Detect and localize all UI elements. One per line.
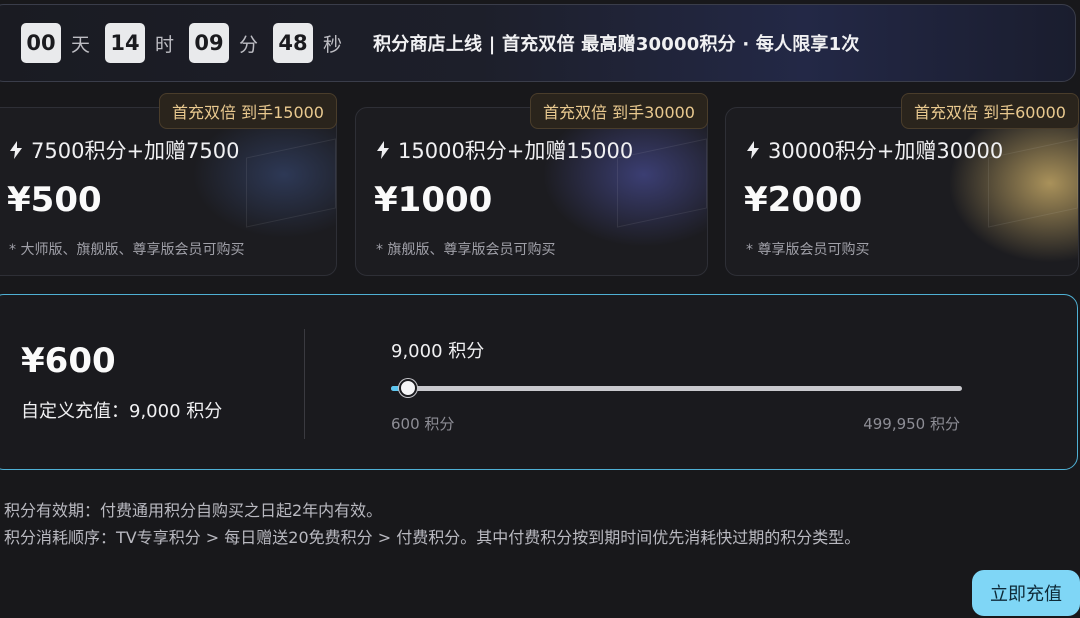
countdown-days-unit: 天	[71, 33, 91, 56]
package-note: * 大师版、旗舰版、尊享版会员可购买	[9, 242, 245, 258]
package-name-text: 7500积分+加赠7500	[31, 139, 240, 163]
countdown-hours: 14	[105, 23, 146, 63]
custom-price: ¥600	[21, 341, 116, 381]
countdown-hours-unit: 时	[155, 33, 175, 56]
points-slider[interactable]	[391, 379, 962, 397]
countdown-seconds-unit: 秒	[323, 33, 343, 56]
slider-thumb[interactable]	[399, 379, 418, 397]
custom-label: 自定义充值：9,000 积分	[21, 401, 223, 422]
package-price: ¥500	[7, 180, 102, 220]
decor-shape	[246, 138, 336, 228]
first-charge-badge: 首充双倍 到手60000	[901, 93, 1079, 129]
package-note: * 旗舰版、尊享版会员可购买	[376, 242, 556, 258]
promo-banner: 00 天 14 时 09 分 48 秒 积分商店上线 | 首充双倍 最高赠300…	[0, 4, 1076, 82]
package-price: ¥2000	[744, 180, 863, 220]
package-card-500[interactable]: 首充双倍 到手15000 7500积分+加赠7500 ¥500 * 大师版、旗舰…	[0, 93, 337, 276]
package-name-text: 30000积分+加赠30000	[768, 139, 1004, 163]
slider-min-label: 600 积分	[391, 415, 455, 433]
bolt-icon	[747, 141, 759, 159]
slider-max-label: 499,950 积分	[863, 415, 960, 433]
package-name: 15000积分+加赠15000	[376, 135, 633, 165]
custom-recharge-card[interactable]: ¥600 自定义充值：9,000 积分 9,000 积分 600 积分 499,…	[0, 294, 1078, 470]
bolt-icon	[10, 141, 22, 159]
package-card-2000[interactable]: 首充双倍 到手60000 30000积分+加赠30000 ¥2000 * 尊享版…	[725, 93, 1079, 276]
countdown-minutes-unit: 分	[239, 33, 259, 56]
banner-text: 积分商店上线 | 首充双倍 最高赠30000积分 · 每人限享1次	[373, 34, 860, 55]
package-name: 7500积分+加赠7500	[9, 135, 239, 165]
countdown-days: 00	[21, 23, 61, 63]
package-name-text: 15000积分+加赠15000	[398, 139, 634, 163]
bolt-icon	[377, 141, 389, 159]
package-price: ¥1000	[374, 180, 493, 220]
package-card-1000[interactable]: 首充双倍 到手30000 15000积分+加赠15000 ¥1000 * 旗舰版…	[355, 93, 708, 276]
first-charge-badge: 首充双倍 到手15000	[159, 93, 337, 129]
divider	[304, 329, 305, 439]
consumption-note: 积分消耗顺序：TV专享积分 > 每日赠送20免费积分 > 付费积分。其中付费积分…	[4, 528, 861, 547]
countdown-minutes: 09	[189, 23, 230, 63]
package-note: * 尊享版会员可购买	[746, 242, 870, 258]
countdown-seconds: 48	[273, 23, 314, 63]
validity-note: 积分有效期：付费通用积分自购买之日起2年内有效。	[4, 501, 383, 520]
recharge-button[interactable]: 立即充值	[972, 570, 1080, 616]
slider-track[interactable]	[391, 386, 962, 391]
package-name: 30000积分+加赠30000	[746, 135, 1003, 165]
first-charge-badge: 首充双倍 到手30000	[530, 93, 708, 129]
custom-amount: 9,000 积分	[391, 341, 485, 362]
notes: 积分有效期：付费通用积分自购买之日起2年内有效。 积分消耗顺序：TV专享积分 >…	[4, 497, 860, 551]
